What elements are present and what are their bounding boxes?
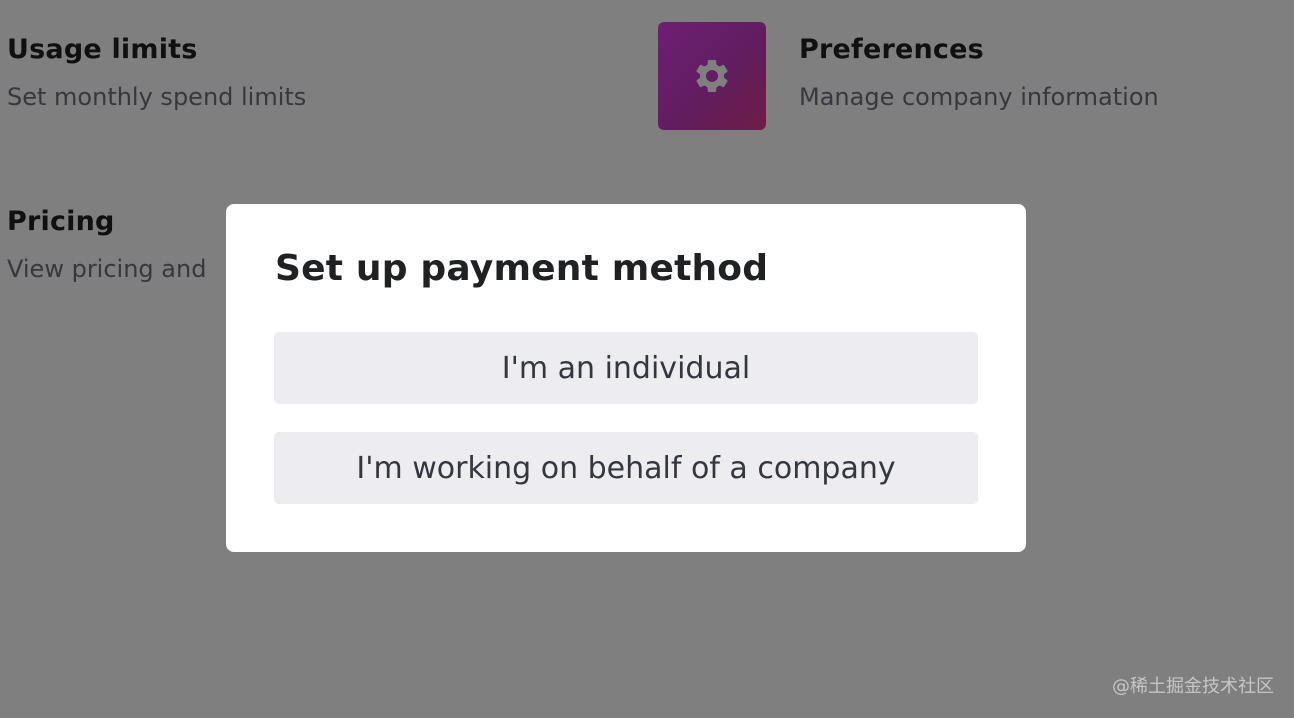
company-option-button[interactable]: I'm working on behalf of a company [274, 432, 978, 504]
dialog-title: Set up payment method [275, 248, 769, 289]
watermark-text: @稀土掘金技术社区 [1112, 676, 1274, 697]
individual-option-button[interactable]: I'm an individual [274, 332, 978, 404]
payment-method-dialog: Set up payment method I'm an individual … [226, 204, 1026, 552]
